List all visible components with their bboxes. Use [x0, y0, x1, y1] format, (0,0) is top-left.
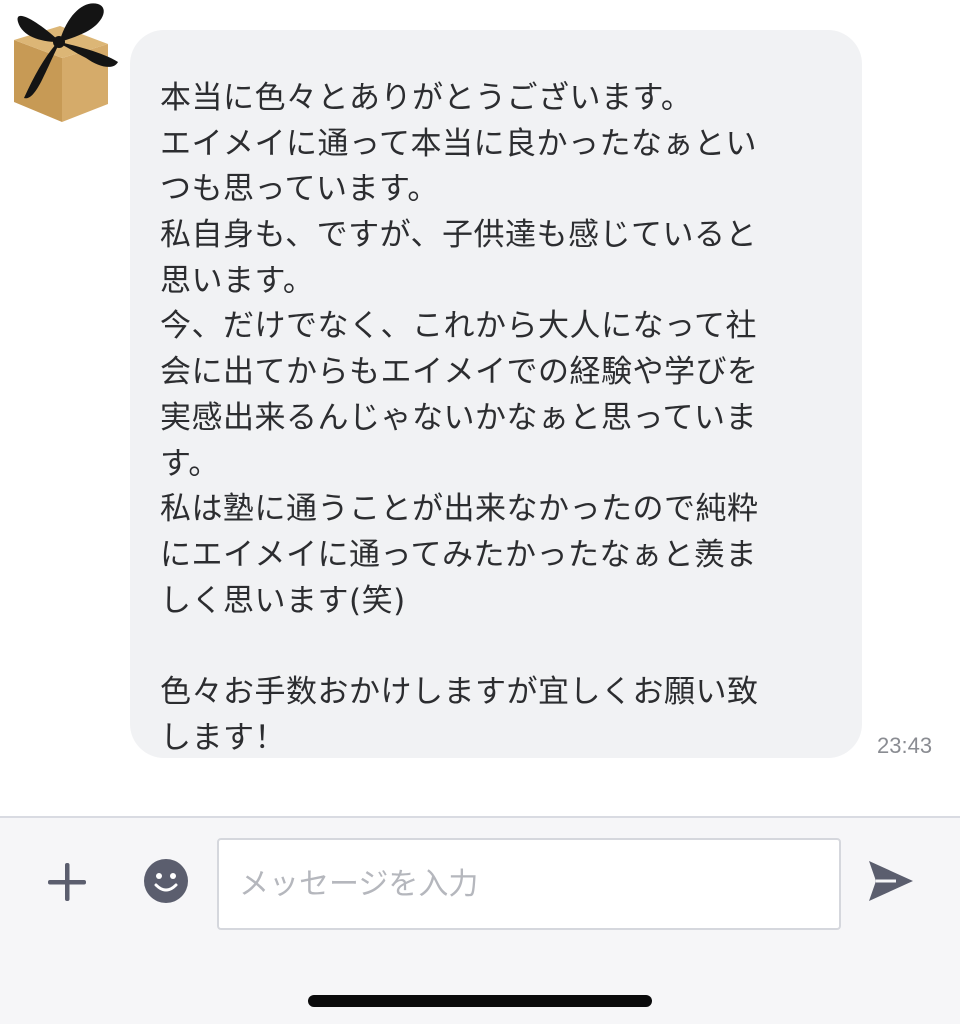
- message-line: にエイメイに通ってみたかったなぁと羨ま: [160, 536, 757, 573]
- message-line: 私は塾に通うことが出来なかったので純粋: [160, 491, 759, 528]
- message-input-bar: [0, 816, 960, 1024]
- gift-box-icon: [14, 3, 118, 122]
- message-line: [160, 624, 824, 670]
- message-line: エイメイに通って本当に良かったなぁとい: [160, 125, 757, 162]
- add-attachment-button[interactable]: [44, 859, 90, 905]
- emoji-button[interactable]: [143, 858, 189, 904]
- message-timestamp: 23:43: [877, 733, 933, 758]
- send-icon: [869, 861, 913, 901]
- message-line: 実感出来るんじゃないかなぁと思っていま: [160, 399, 757, 436]
- message-line: 色々お手数おかけしますが宜しくお願い致: [160, 673, 759, 710]
- message-line: 思います。: [160, 262, 315, 299]
- message-input[interactable]: [217, 838, 841, 930]
- message-line: 私自身も、ですが、子供達も感じていると: [160, 217, 757, 254]
- message-line: します！: [160, 719, 286, 756]
- plus-icon: [48, 863, 86, 901]
- message-line: 今、だけでなく、これから大人になって社: [160, 308, 757, 345]
- send-button[interactable]: [866, 858, 916, 904]
- smiley-icon: [144, 859, 188, 903]
- chat-area: 本当に色々とありがとうございます。 エイメイに通って本当に良かったなぁとい つも…: [0, 0, 960, 816]
- message-line: つも思っています。: [160, 171, 439, 208]
- home-indicator[interactable]: [308, 995, 652, 1007]
- message-line: しく思います(笑): [160, 582, 406, 619]
- message-line: 本当に色々とありがとうございます。: [160, 80, 693, 116]
- sender-avatar[interactable]: [6, 0, 122, 124]
- message-bubble[interactable]: 本当に色々とありがとうございます。 エイメイに通って本当に良かったなぁとい つも…: [130, 30, 862, 758]
- message-line: 会に出てからもエイメイでの経験や学びを: [160, 354, 759, 391]
- message-line: す。: [160, 445, 220, 482]
